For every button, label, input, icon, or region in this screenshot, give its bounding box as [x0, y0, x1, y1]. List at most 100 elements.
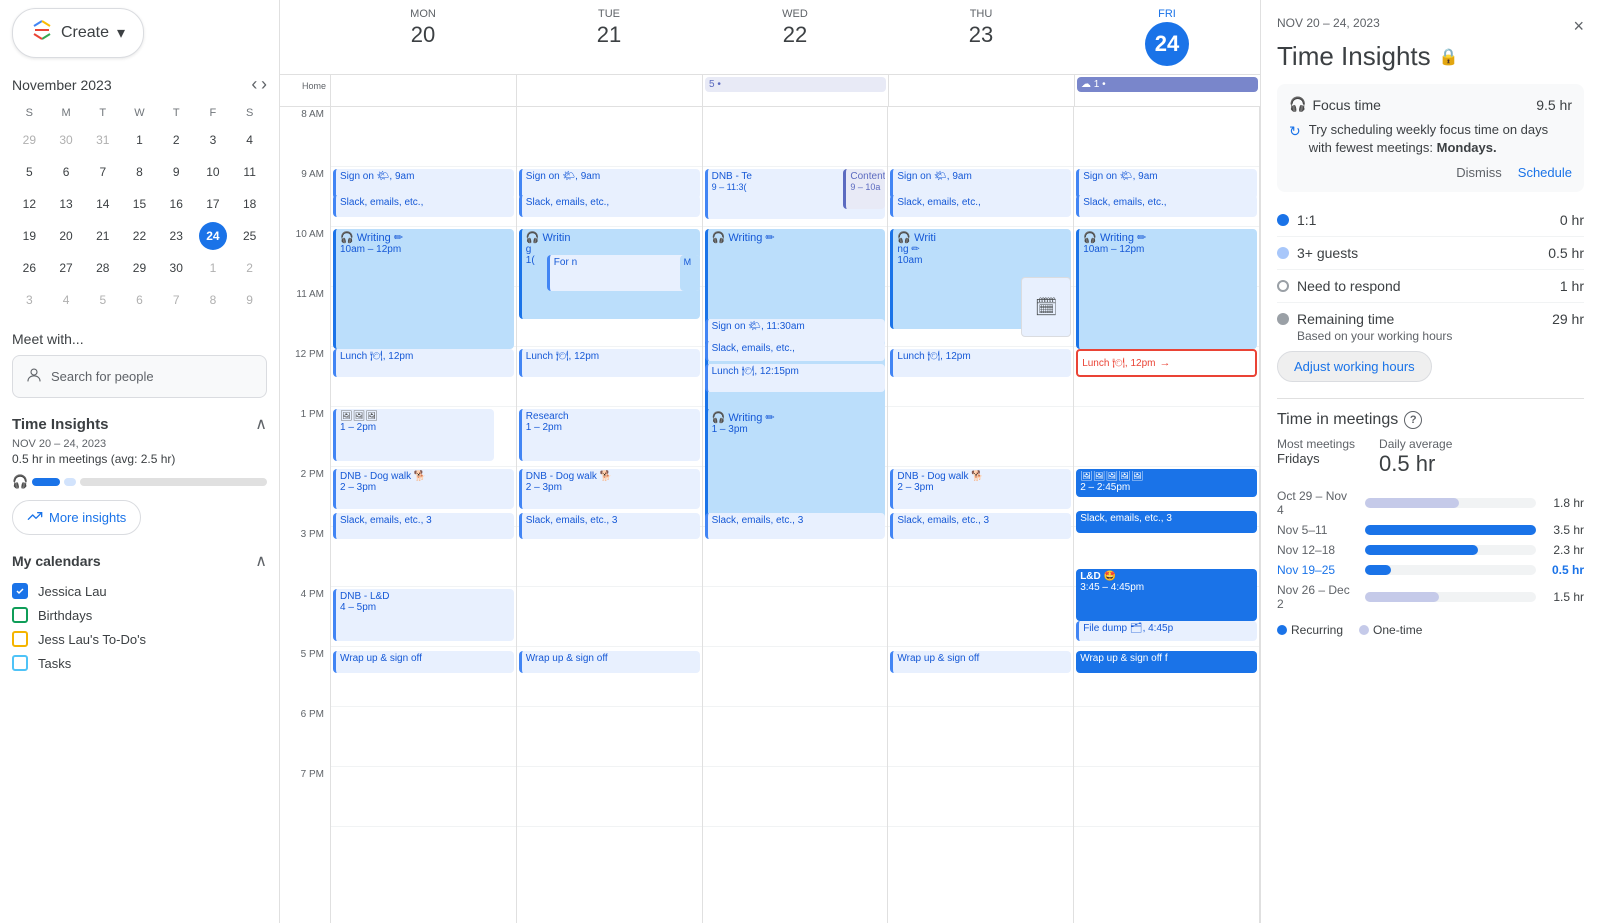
time-insights-toggle[interactable]: ∧	[255, 414, 267, 434]
right-panel-close-button[interactable]: ×	[1573, 16, 1584, 37]
event-fri-slack[interactable]: Slack, emails, etc.,	[1076, 195, 1257, 217]
mini-day-20[interactable]: 20	[52, 222, 80, 250]
mini-day-17[interactable]: 17	[199, 190, 227, 218]
mini-day-7[interactable]: 7	[89, 158, 117, 186]
mini-day-29[interactable]: 29	[125, 254, 153, 282]
mini-day-25[interactable]: 25	[236, 222, 264, 250]
event-fri-meeting-2pm[interactable]: 🖼🖼🖼🖼🖼 2 – 2:45pm	[1076, 469, 1257, 497]
dismiss-button[interactable]: Dismiss	[1456, 165, 1502, 180]
mini-day-28[interactable]: 28	[89, 254, 117, 282]
event-fri-writing[interactable]: 🎧 Writing ✏ 10am – 12pm	[1076, 229, 1257, 349]
event-thu-slack-3[interactable]: Slack, emails, etc., 3	[890, 513, 1071, 539]
calendar-item-birthdays[interactable]: Birthdays	[12, 603, 267, 627]
event-mon-lunch[interactable]: Lunch 🍽, 12pm	[333, 349, 514, 377]
mini-day-2[interactable]: 2	[162, 126, 190, 154]
mini-day-9-dec[interactable]: 9	[236, 286, 264, 314]
mini-day-29-oct[interactable]: 29	[15, 126, 43, 154]
mini-day-10[interactable]: 10	[199, 158, 227, 186]
event-mon-dogwalk[interactable]: DNB - Dog walk 🐕 2 – 3pm	[333, 469, 514, 509]
day-header-w: W	[122, 103, 157, 123]
event-mon-ld[interactable]: DNB - L&D 4 – 5pm	[333, 589, 514, 641]
info-icon[interactable]: ?	[1404, 411, 1422, 429]
mini-day-26[interactable]: 26	[15, 254, 43, 282]
event-tue-slack-3[interactable]: Slack, emails, etc., 3	[519, 513, 700, 539]
event-fri-slack-solid[interactable]: Slack, emails, etc., 3	[1076, 511, 1257, 533]
mini-day-4[interactable]: 4	[236, 126, 264, 154]
more-insights-button[interactable]: More insights	[12, 500, 141, 535]
create-button[interactable]: Create ▾	[12, 8, 144, 58]
daily-avg-label: Daily average	[1379, 437, 1452, 451]
event-thu-image[interactable]: 🗓	[1021, 277, 1071, 337]
event-fri-ld[interactable]: L&D 🤩 3:45 – 4:45pm	[1076, 569, 1257, 621]
event-wed-lunch[interactable]: Lunch 🍽, 12:15pm	[705, 364, 886, 392]
search-people-input[interactable]: Search for people	[12, 355, 267, 398]
mini-day-5[interactable]: 5	[15, 158, 43, 186]
mini-day-1[interactable]: 1	[125, 126, 153, 154]
mini-day-8[interactable]: 8	[125, 158, 153, 186]
mini-day-13[interactable]: 13	[52, 190, 80, 218]
mini-day-30[interactable]: 30	[162, 254, 190, 282]
mini-day-6-dec[interactable]: 6	[125, 286, 153, 314]
mini-day-3-dec[interactable]: 3	[15, 286, 43, 314]
event-tue-slack[interactable]: Slack, emails, etc.,	[519, 195, 700, 217]
mini-day-24-today[interactable]: 24	[199, 222, 227, 250]
event-wed-slacketc[interactable]: Slack, emails, etc.,	[705, 341, 886, 361]
mini-day-5-dec[interactable]: 5	[89, 286, 117, 314]
mini-day-31-oct[interactable]: 31	[89, 126, 117, 154]
schedule-button[interactable]: Schedule	[1518, 165, 1572, 180]
mini-day-27[interactable]: 27	[52, 254, 80, 282]
event-wed-slack-3[interactable]: Slack, emails, etc., 3	[705, 513, 886, 539]
mini-day-23[interactable]: 23	[162, 222, 190, 250]
event-tue-m[interactable]: M	[680, 255, 700, 291]
mini-day-11[interactable]: 11	[236, 158, 264, 186]
event-wed-writing-1pm[interactable]: 🎧 Writing ✏ 1 – 3pm	[705, 409, 886, 529]
calendar-item-todos[interactable]: Jess Lau's To-Do's	[12, 627, 267, 651]
event-mon-slack[interactable]: Slack, emails, etc.,	[333, 195, 514, 217]
event-tue-lunch[interactable]: Lunch 🍽, 12pm	[519, 349, 700, 377]
mini-day-15[interactable]: 15	[125, 190, 153, 218]
adjust-working-hours-button[interactable]: Adjust working hours	[1277, 351, 1432, 382]
event-fri-filedump[interactable]: File dump 🗂, 4:45p	[1076, 621, 1257, 641]
mini-day-6[interactable]: 6	[52, 158, 80, 186]
all-day-event-wed[interactable]: 5 •	[705, 77, 886, 92]
mini-day-12[interactable]: 12	[15, 190, 43, 218]
event-fri-lunch[interactable]: Lunch 🍽, 12pm →	[1076, 349, 1257, 377]
event-fri-wrapup[interactable]: Wrap up & sign off f	[1076, 651, 1257, 673]
mini-day-14[interactable]: 14	[89, 190, 117, 218]
mini-day-9[interactable]: 9	[162, 158, 190, 186]
event-mon-1pm[interactable]: 🖼🖼🖼 1 – 2pm	[333, 409, 494, 461]
mini-day-1-dec[interactable]: 1	[199, 254, 227, 282]
event-mon-slack-3[interactable]: Slack, emails, etc., 3	[333, 513, 514, 539]
my-calendars-toggle[interactable]: ∧	[255, 551, 267, 571]
grid-cell-tue-4	[517, 587, 702, 647]
calendar-item-jessica[interactable]: Jessica Lau	[12, 579, 267, 603]
all-day-event-fri[interactable]: ☁ 1 •	[1077, 77, 1258, 92]
mini-day-22[interactable]: 22	[125, 222, 153, 250]
mini-cal-prev[interactable]: ‹	[251, 74, 257, 95]
calendar-item-tasks[interactable]: Tasks	[12, 651, 267, 675]
event-thu-slack[interactable]: Slack, emails, etc.,	[890, 195, 1071, 217]
mini-day-21[interactable]: 21	[89, 222, 117, 250]
mini-day-18[interactable]: 18	[236, 190, 264, 218]
mini-day-16[interactable]: 16	[162, 190, 190, 218]
event-thu-wrapup[interactable]: Wrap up & sign off	[890, 651, 1071, 673]
event-tue-for-n[interactable]: For n	[547, 255, 700, 291]
event-wed-content[interactable]: Content 9 – 10a	[843, 169, 885, 209]
event-thu-lunch[interactable]: Lunch 🍽, 12pm	[890, 349, 1071, 377]
mini-day-7-dec[interactable]: 7	[162, 286, 190, 314]
event-thu-dogwalk[interactable]: DNB - Dog walk 🐕 2 – 3pm	[890, 469, 1071, 509]
mini-day-30-oct[interactable]: 30	[52, 126, 80, 154]
event-mon-writing[interactable]: 🎧 Writing ✏ 10am – 12pm	[333, 229, 514, 349]
calendar-checkbox-birthdays	[12, 607, 28, 623]
day-header-fri: FRI 24	[1074, 8, 1260, 66]
mini-day-19[interactable]: 19	[15, 222, 43, 250]
event-mon-wrapup[interactable]: Wrap up & sign off	[333, 651, 514, 673]
mini-day-4-dec[interactable]: 4	[52, 286, 80, 314]
event-tue-dogwalk[interactable]: DNB - Dog walk 🐕 2 – 3pm	[519, 469, 700, 509]
event-tue-research[interactable]: Research 1 – 2pm	[519, 409, 700, 461]
mini-cal-next[interactable]: ›	[261, 74, 267, 95]
event-tue-wrapup[interactable]: Wrap up & sign off	[519, 651, 700, 673]
mini-day-2-dec[interactable]: 2	[236, 254, 264, 282]
mini-day-8-dec[interactable]: 8	[199, 286, 227, 314]
mini-day-3[interactable]: 3	[199, 126, 227, 154]
